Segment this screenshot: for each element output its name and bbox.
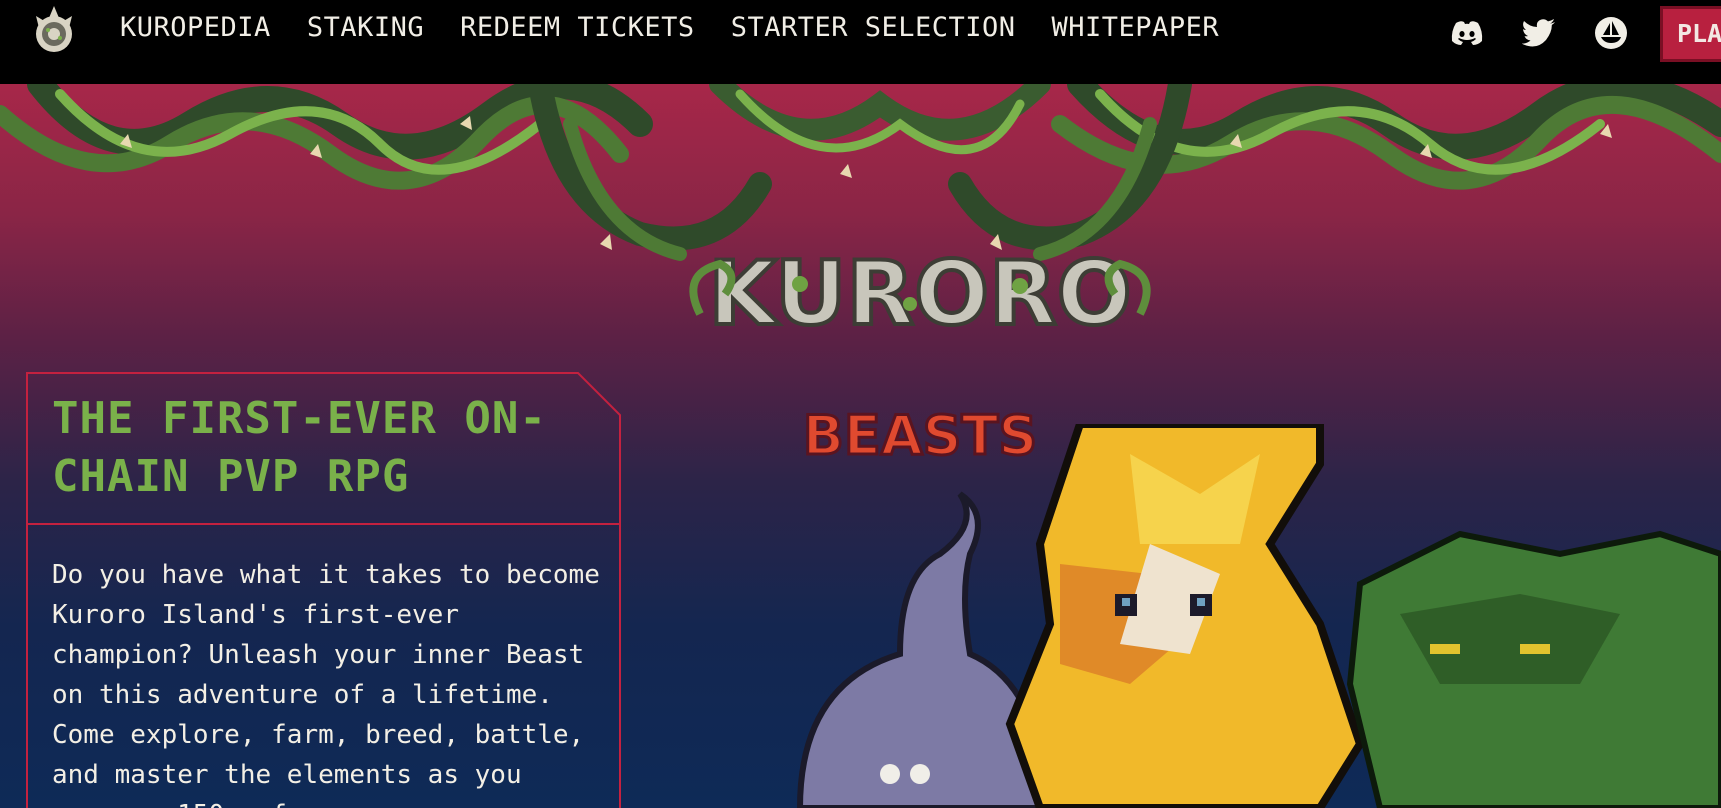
svg-text:KURORO: KURORO — [708, 242, 1131, 345]
top-nav: KUROPEDIA STAKING REDEEM TICKETS STARTER… — [0, 0, 1721, 84]
hero-section: KURORO BEASTS THE FIRST-EVER ON-CHAIN PV… — [0, 84, 1721, 808]
nav-link-whitepaper[interactable]: WHITEPAPER — [1052, 12, 1220, 43]
intro-card: THE FIRST-EVER ON-CHAIN PVP RPG Do you h… — [26, 372, 622, 808]
beast-characters-illustration — [796, 424, 1721, 808]
nav-link-staking[interactable]: STAKING — [307, 12, 424, 43]
nav-link-kuropedia[interactable]: KUROPEDIA — [120, 12, 271, 43]
nav-link-starter-selection[interactable]: STARTER SELECTION — [731, 12, 1016, 43]
card-body-text: Do you have what it takes to become Kuro… — [52, 560, 600, 808]
opensea-icon[interactable] — [1592, 14, 1630, 52]
social-icons — [1448, 14, 1630, 52]
page: KUROPEDIA STAKING REDEEM TICKETS STARTER… — [0, 0, 1721, 808]
site-logo-icon[interactable] — [26, 2, 82, 58]
discord-icon[interactable] — [1448, 14, 1486, 52]
play-button[interactable]: PLA — [1660, 6, 1721, 62]
card-heading: THE FIRST-EVER ON-CHAIN PVP RPG — [52, 393, 547, 502]
nav-link-redeem-tickets[interactable]: REDEEM TICKETS — [460, 12, 695, 43]
nav-links: KUROPEDIA STAKING REDEEM TICKETS STARTER… — [120, 12, 1219, 43]
twitter-icon[interactable] — [1520, 14, 1558, 52]
